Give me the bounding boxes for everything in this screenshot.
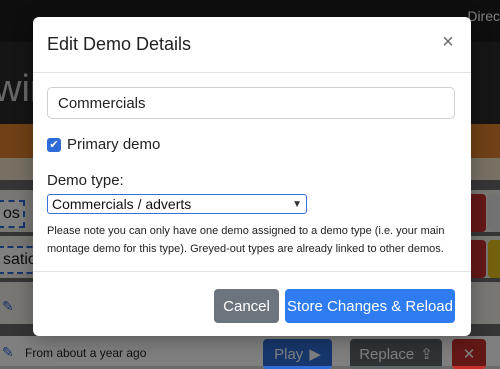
dialog-header: Edit Demo Details ×	[33, 17, 471, 73]
edit-demo-dialog: Edit Demo Details × ✔ Primary demo Demo …	[33, 17, 471, 336]
close-icon[interactable]: ×	[439, 32, 457, 52]
primary-demo-checkbox[interactable]: ✔	[47, 137, 61, 152]
demo-type-note: Please note you can only have one demo a…	[47, 225, 445, 255]
store-changes-button[interactable]: Store Changes & Reload	[285, 289, 455, 323]
demo-type-select[interactable]: Commercials / adverts ▼	[47, 194, 307, 214]
dialog-title: Edit Demo Details	[47, 34, 192, 54]
demo-name-input[interactable]	[47, 87, 455, 119]
demo-type-value: Commercials / adverts	[52, 196, 192, 212]
cancel-button[interactable]: Cancel	[214, 289, 279, 323]
chevron-down-icon: ▼	[292, 198, 302, 210]
primary-demo-row: ✔ Primary demo	[47, 136, 160, 153]
demo-type-label: Demo type:	[47, 172, 124, 189]
primary-demo-label[interactable]: Primary demo	[67, 136, 160, 153]
